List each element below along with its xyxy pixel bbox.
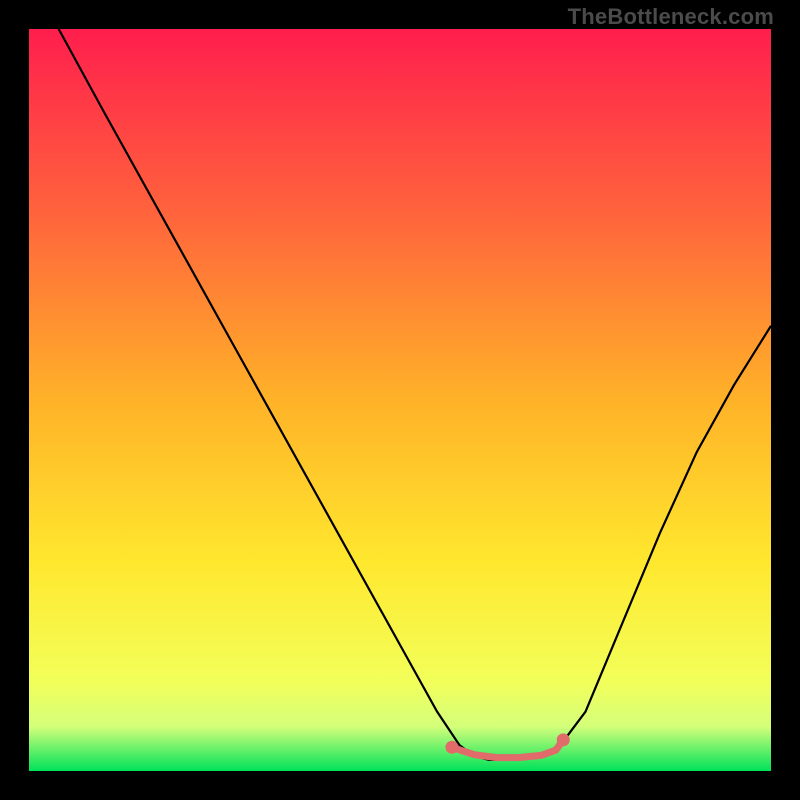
gradient-background <box>29 29 771 771</box>
plot-area <box>29 29 771 771</box>
optimal-range-end-dot <box>557 733 570 746</box>
chart-frame: TheBottleneck.com <box>0 0 800 800</box>
optimal-range-start-dot <box>445 741 458 754</box>
chart-svg <box>29 29 771 771</box>
watermark-text: TheBottleneck.com <box>568 4 774 30</box>
